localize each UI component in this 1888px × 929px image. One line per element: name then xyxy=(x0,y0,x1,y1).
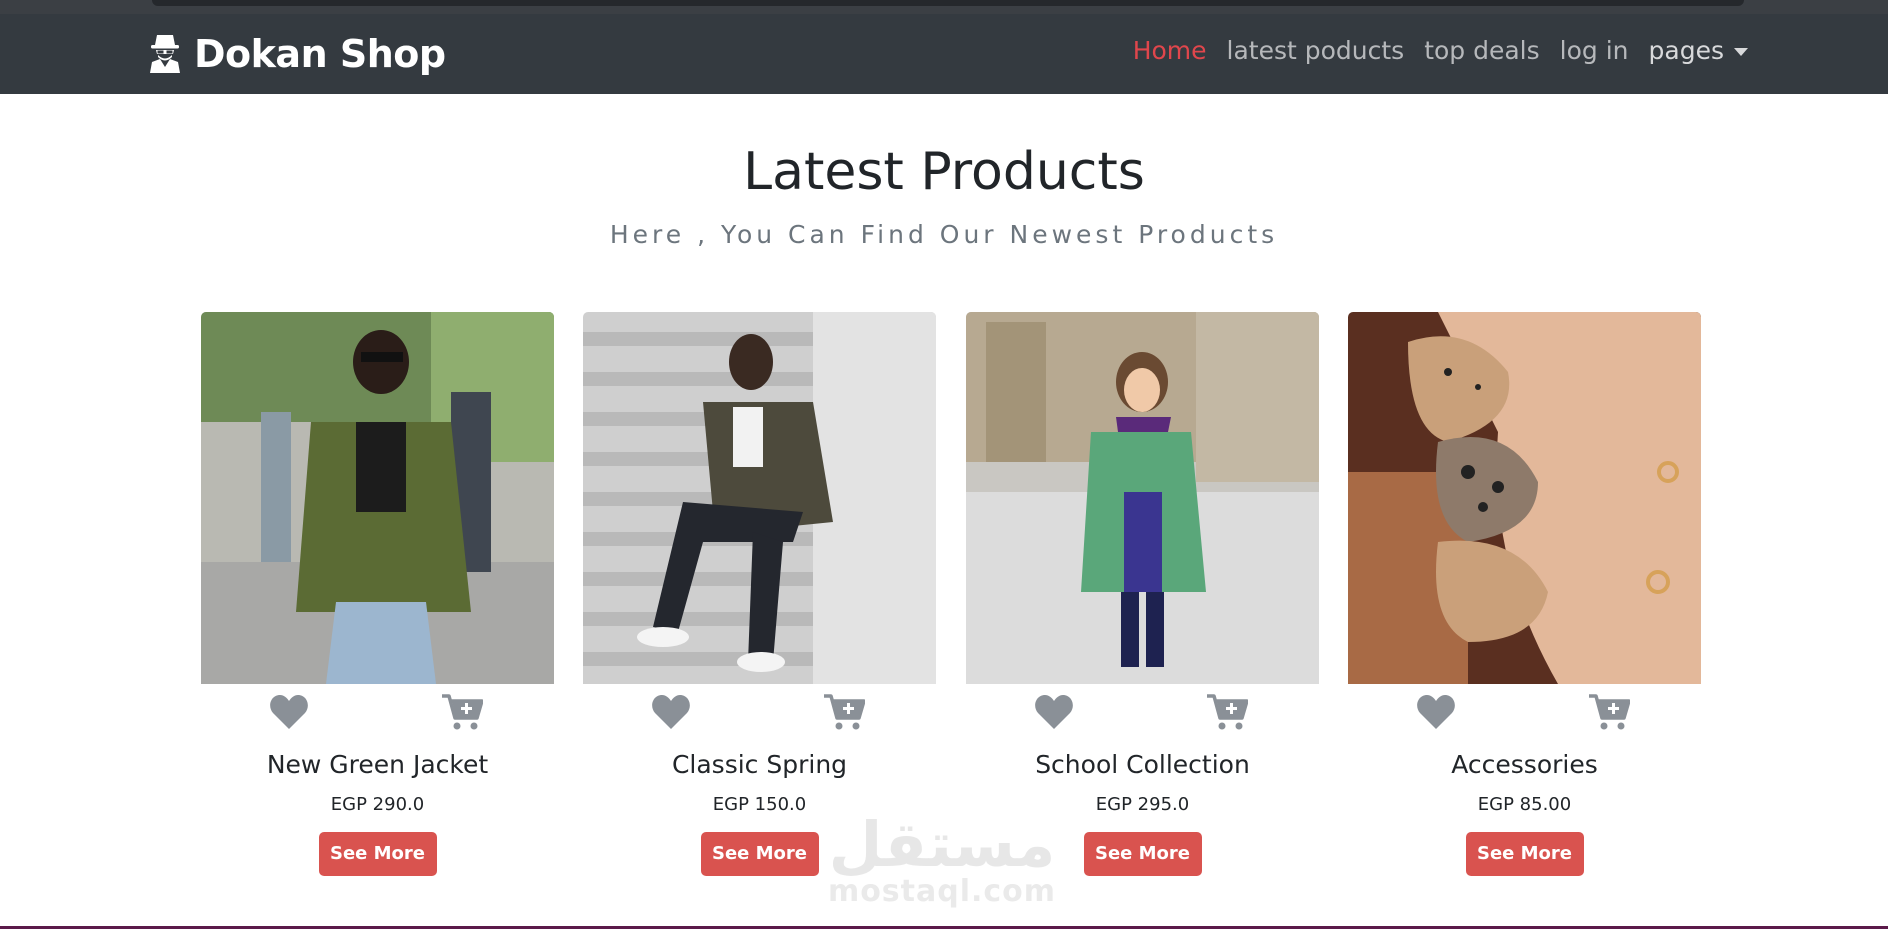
nav-link-log-in[interactable]: log in xyxy=(1560,36,1629,65)
watermark-latin: mostaql.com xyxy=(827,874,1057,909)
see-more-button[interactable]: See More xyxy=(1083,832,1202,876)
product-card: New Green Jacket EGP 290.0 See More xyxy=(201,312,554,876)
product-actions xyxy=(583,684,936,740)
browser-top-strip xyxy=(0,0,1888,14)
heart-icon[interactable] xyxy=(1034,694,1074,730)
spy-icon xyxy=(148,31,182,77)
product-name: Accessories xyxy=(1451,750,1598,779)
girl-green-coat-photo xyxy=(966,312,1319,684)
cart-plus-icon[interactable] xyxy=(441,692,483,732)
product-price: EGP 150.0 xyxy=(712,794,807,815)
product-actions xyxy=(201,684,554,740)
nav-menu: Home latest poducts top deals log in pag… xyxy=(1133,36,1748,65)
see-more-button[interactable]: See More xyxy=(700,832,819,876)
section-subtitle: Here , You Can Find Our Newest Products xyxy=(609,220,1279,249)
product-card: Classic Spring EGP 150.0 See More xyxy=(583,312,936,876)
product-name: Classic Spring xyxy=(671,750,848,779)
product-actions xyxy=(966,684,1319,740)
product-card: Accessories EGP 85.00 See More xyxy=(1348,312,1701,876)
nav-link-top-deals[interactable]: top deals xyxy=(1424,36,1539,65)
brand-link[interactable]: Dokan Shop xyxy=(148,30,446,78)
section-title: Latest Products xyxy=(743,142,1145,202)
brand-name: Dokan Shop xyxy=(194,32,446,76)
jeweled-nails-photo xyxy=(1348,312,1701,684)
heart-icon[interactable] xyxy=(1416,694,1456,730)
browser-scroll-track xyxy=(152,0,1744,6)
product-price: EGP 295.0 xyxy=(1095,794,1190,815)
product-image[interactable] xyxy=(966,312,1319,684)
man-camo-jacket-stairs-photo xyxy=(583,312,936,684)
product-image[interactable] xyxy=(201,312,554,684)
heart-icon[interactable] xyxy=(651,694,691,730)
product-actions xyxy=(1348,684,1701,740)
product-image[interactable] xyxy=(583,312,936,684)
see-more-button[interactable]: See More xyxy=(318,832,437,876)
nav-dropdown-pages[interactable]: pages xyxy=(1649,36,1748,65)
caret-down-icon xyxy=(1734,47,1748,56)
product-price: EGP 85.00 xyxy=(1477,794,1572,815)
woman-green-blazer-photo xyxy=(201,312,554,684)
see-more-button[interactable]: See More xyxy=(1465,832,1584,876)
product-price: EGP 290.0 xyxy=(330,794,425,815)
cart-plus-icon[interactable] xyxy=(823,692,865,732)
nav-dropdown-label: pages xyxy=(1648,36,1724,65)
product-name: New Green Jacket xyxy=(266,750,489,779)
product-name: School Collection xyxy=(1035,750,1250,779)
heart-icon[interactable] xyxy=(269,694,309,730)
nav-link-home[interactable]: Home xyxy=(1133,36,1207,65)
navbar: Dokan Shop Home latest poducts top deals… xyxy=(0,14,1888,94)
cart-plus-icon[interactable] xyxy=(1588,692,1630,732)
product-card: School Collection EGP 295.0 See More xyxy=(966,312,1319,876)
nav-link-latest-products[interactable]: latest poducts xyxy=(1227,36,1405,65)
cart-plus-icon[interactable] xyxy=(1206,692,1248,732)
product-image[interactable] xyxy=(1348,312,1701,684)
